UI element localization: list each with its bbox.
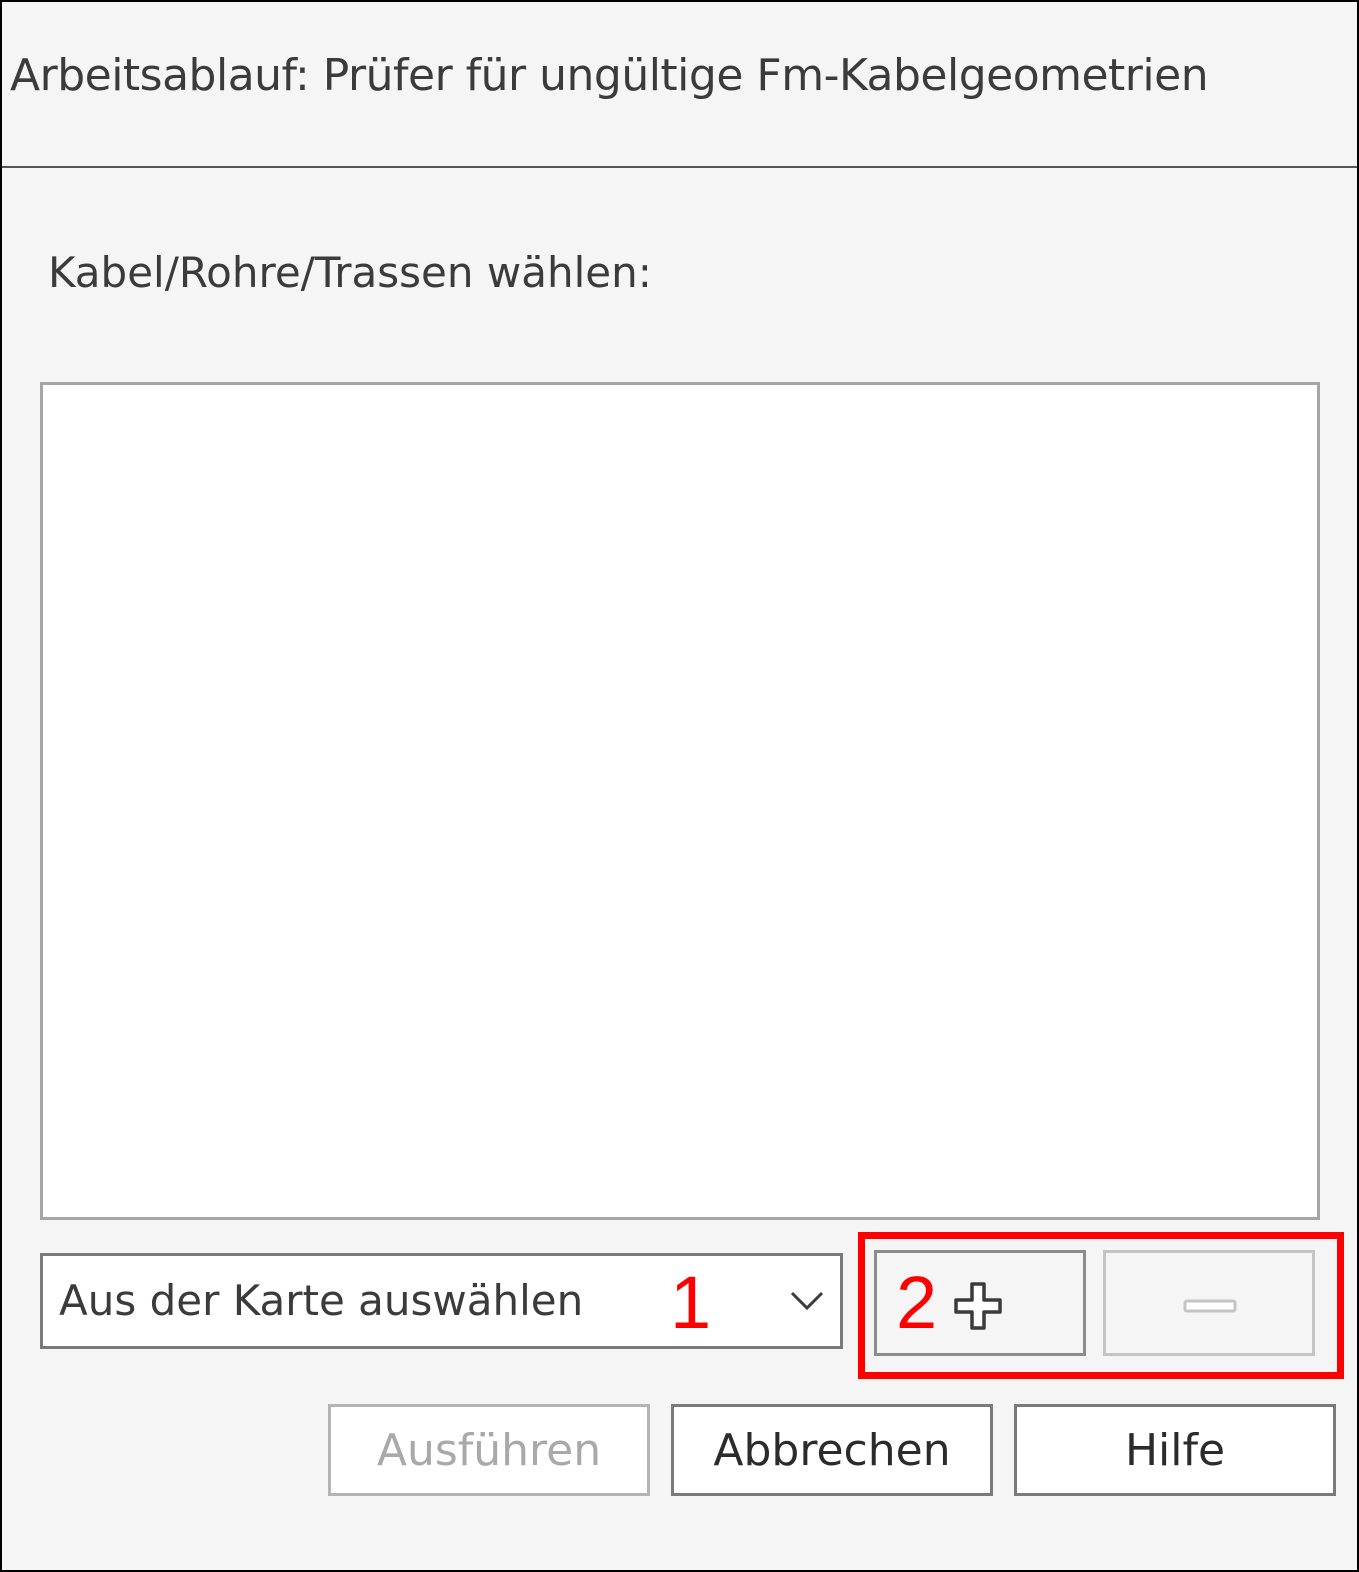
workflow-dialog: Arbeitsablauf: Prüfer für ungültige Fm-K…	[0, 0, 1359, 1572]
source-dropdown-value: Aus der Karte auswählen	[59, 1276, 584, 1325]
annotation-marker-2: 2	[896, 1261, 938, 1344]
run-button[interactable]: Ausführen	[328, 1404, 650, 1496]
cancel-button[interactable]: Abbrechen	[671, 1404, 993, 1496]
title-divider	[2, 166, 1357, 168]
help-button[interactable]: Hilfe	[1014, 1404, 1336, 1496]
source-dropdown[interactable]: Aus der Karte auswählen	[40, 1253, 843, 1349]
selection-label: Kabel/Rohre/Trassen wählen:	[48, 248, 652, 297]
dialog-title: Arbeitsablauf: Prüfer für ungültige Fm-K…	[10, 50, 1209, 101]
chevron-down-icon	[790, 1291, 824, 1311]
annotation-marker-1: 1	[670, 1261, 712, 1344]
selection-listbox[interactable]	[40, 382, 1320, 1220]
